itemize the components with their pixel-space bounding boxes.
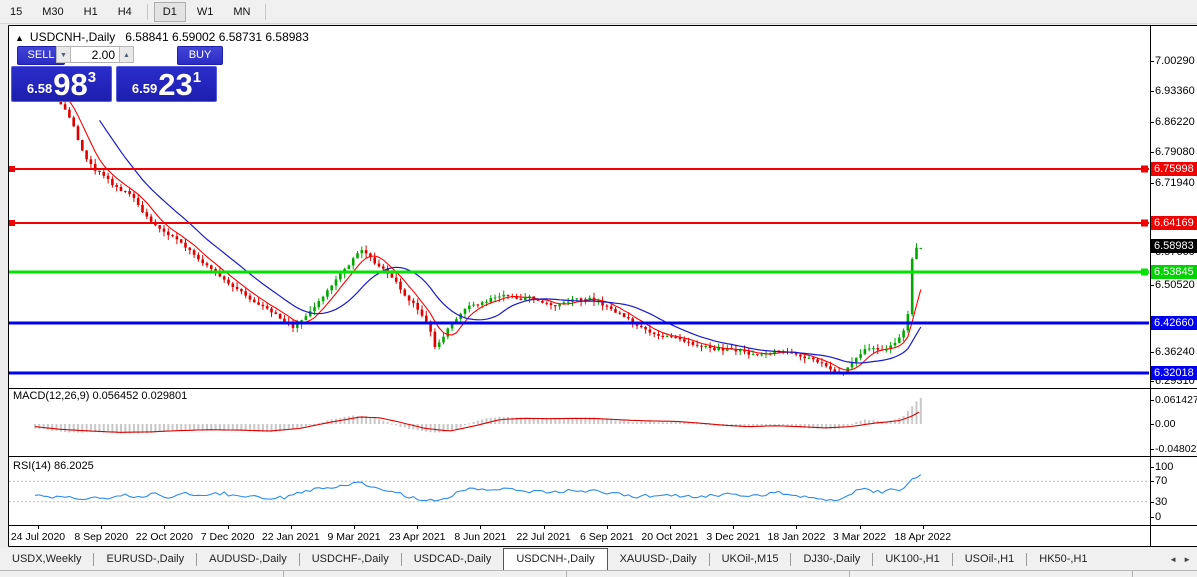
tab-uk100-h1[interactable]: UK100-,H1 [873,548,951,570]
tab-usdchf-daily[interactable]: USDCHF-,Daily [300,548,401,570]
buy-price-main: 6.59 [132,81,157,96]
tab-usoil-h1[interactable]: USOil-,H1 [953,548,1027,570]
timeframe-h4[interactable]: H4 [109,2,141,22]
axis-ticks [39,62,1155,530]
toolbar-separator [147,4,148,20]
toolbar-separator [265,4,266,20]
timeframe-15[interactable]: 15 [1,2,31,22]
timeframe-mn[interactable]: MN [224,2,259,22]
volume-decrease-button[interactable]: ▼ [56,46,71,63]
chart-tab-bar: USDX,WeeklyEURUSD-,DailyAUDUSD-,DailyUSD… [0,548,1197,570]
chevron-down-icon: ▼ [60,52,67,59]
tab-xauusd-daily[interactable]: XAUUSD-,Daily [608,548,709,570]
tab-eurusd-daily[interactable]: EURUSD-,Daily [94,548,196,570]
tab-usdcad-daily[interactable]: USDCAD-,Daily [402,548,504,570]
timeframe-d1[interactable]: D1 [154,2,186,22]
tab-audusd-daily[interactable]: AUDUSD-,Daily [197,548,299,570]
buy-price-sup: 1 [193,69,201,86]
tab-ukoil-m15[interactable]: UKOil-,M15 [710,548,791,570]
tab-hk50-h1[interactable]: HK50-,H1 [1027,548,1099,570]
ma-slow-line [100,120,921,363]
volume-increase-button[interactable]: ▲ [119,46,134,63]
strip-separator [1132,571,1133,577]
sell-price-main: 6.58 [27,81,52,96]
timeframe-w1[interactable]: W1 [188,2,223,22]
tab-scroll-right-icon[interactable]: ► [1180,555,1194,564]
strip-separator [849,571,850,577]
buy-button[interactable]: BUY [177,46,223,65]
mt4-application: 15M30H1H4D1W1MN ▲USDCNH-,Daily6.58841 6.… [0,0,1197,576]
rsi-line [35,475,921,501]
timeframe-toolbar: 15M30H1H4 D1W1MN [0,0,1197,24]
tab-scroll: ◄► [1166,548,1197,570]
rsi-pane [9,475,1149,502]
tab-scroll-left-icon[interactable]: ◄ [1166,555,1180,564]
chevron-up-icon: ▲ [123,52,130,59]
one-click-trade-panel: SELL ▼ ▲ BUY 6.58 98 3 6.59 23 1 [11,46,221,103]
timeframe-m30[interactable]: M30 [33,2,72,22]
buy-price-big: 23 [158,71,192,99]
sell-price-box[interactable]: 6.58 98 3 [11,66,112,102]
timeframe-h1[interactable]: H1 [75,2,107,22]
macd-pane [34,398,922,433]
sell-price-sup: 3 [88,69,96,86]
strip-separator [566,571,567,577]
tab-dj30-daily[interactable]: DJ30-,Daily [791,548,872,570]
volume-input[interactable] [71,46,119,63]
ma-fast-line [57,85,921,370]
tab-usdcnh-daily[interactable]: USDCNH-,Daily [503,548,607,570]
strip-separator [283,571,284,577]
window-frame [9,26,1197,547]
horizontal-levels [9,166,1149,374]
buy-price-box[interactable]: 6.59 23 1 [116,66,217,102]
tab-usdx-weekly[interactable]: USDX,Weekly [0,548,93,570]
sell-price-big: 98 [53,71,87,99]
